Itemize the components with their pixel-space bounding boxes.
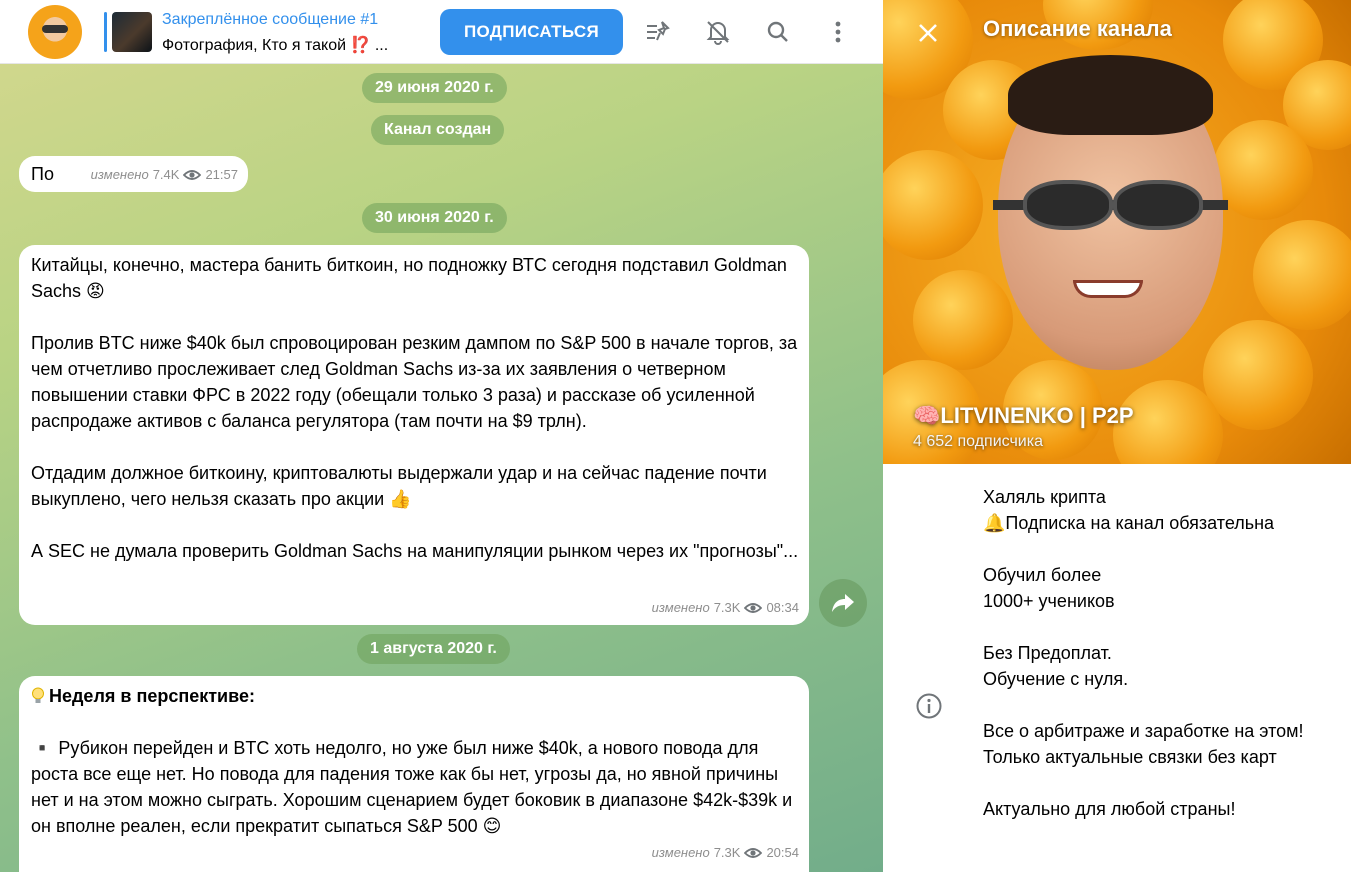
description-line: 1000+ учеников [983, 591, 1115, 611]
info-icon [916, 693, 942, 719]
message-text: По [31, 164, 54, 184]
views-count: 7.3K [713, 845, 741, 860]
description-line: Обучил более [983, 565, 1102, 585]
views-eye-icon [744, 848, 763, 858]
message-time: 20:54 [766, 845, 799, 860]
description-line [983, 692, 1343, 718]
info-panel-title: Описание канала [983, 16, 1172, 41]
date-separator: 30 июня 2020 г. [362, 203, 507, 233]
forward-button[interactable] [819, 579, 867, 627]
mute-bell-icon[interactable] [702, 16, 734, 48]
description-line: Только актуальные связки без карт [983, 747, 1277, 767]
description-line: 🔔Подписка на канал обязательна [983, 513, 1275, 533]
message-meta: изменено 7.3K 20:54 [652, 840, 799, 866]
search-icon[interactable] [762, 16, 794, 48]
message-bubble[interactable]: Неделя в перспективе: ▪️ Рубикон перейде… [19, 676, 809, 872]
edited-label: изменено [651, 845, 710, 860]
chat-header: Закреплённое сообщение #1 Фотография, Кт… [0, 0, 883, 64]
views-eye-icon [744, 603, 763, 613]
message-paragraph: Отдадим должное биткоину, криптовалюты в… [31, 463, 767, 509]
close-icon[interactable] [913, 18, 943, 48]
description-line: Без Предоплат. [983, 643, 1112, 663]
pinned-message-title[interactable]: Закреплённое сообщение #1 [162, 11, 378, 29]
message-paragraph: Пролив BTC ниже $40k был спровоцирован р… [31, 333, 798, 431]
channel-cover-photo: Описание канала 🧠LITVINENKO | P2P 4 652 … [883, 0, 1351, 464]
subscriber-count: 4 652 подписчика [913, 433, 1043, 450]
edited-label: изменено [651, 600, 710, 615]
description-line [983, 614, 1343, 640]
message-bubble[interactable]: Китайцы, конечно, мастера банить биткоин… [19, 245, 809, 625]
description-line: Халяль крипта [983, 487, 1106, 507]
views-count: 7.4K [152, 167, 180, 182]
description-line: Обучение с нуля. [983, 669, 1129, 689]
chat-panel: Закреплённое сообщение #1 Фотография, Кт… [0, 0, 883, 872]
edited-label: изменено [90, 167, 149, 182]
more-menu-icon[interactable] [822, 16, 854, 48]
message-time: 08:34 [766, 600, 799, 615]
description-line: Все о арбитраже и заработке на этом! [983, 721, 1304, 741]
message-meta: изменено 7.4K 21:57 [91, 162, 238, 188]
views-eye-icon [183, 170, 202, 180]
forward-arrow-icon [832, 594, 854, 612]
channel-description: Халяль крипта 🔔Подписка на канал обязате… [983, 484, 1343, 822]
date-separator: 29 июня 2020 г. [362, 73, 507, 103]
message-bubble[interactable]: По изменено 7.4K 21:57 [19, 156, 248, 192]
pinned-list-icon[interactable] [642, 16, 674, 48]
channel-info-panel: Описание канала 🧠LITVINENKO | P2P 4 652 … [883, 0, 1351, 872]
message-text: Неделя в перспективе: ▪️ Рубикон перейде… [31, 683, 799, 839]
lightbulb-icon [31, 686, 45, 704]
views-count: 7.3K [713, 600, 741, 615]
date-separator: 1 августа 2020 г. [357, 634, 510, 664]
message-time: 21:57 [205, 167, 238, 182]
pinned-indicator [104, 12, 107, 52]
message-paragraph: А SEC не думала проверить Goldman Sachs … [31, 541, 799, 561]
message-heading: Неделя в перспективе: [49, 686, 255, 706]
message-paragraph: ▪️ Рубикон перейден и BTC хоть недолго, … [31, 738, 793, 836]
pinned-message-text[interactable]: Фотография, Кто я такой ⁉️ ... [162, 35, 388, 55]
subscribe-button[interactable]: ПОДПИСАТЬСЯ [440, 9, 623, 55]
channel-name: 🧠LITVINENKO | P2P [913, 403, 1134, 428]
message-text: Китайцы, конечно, мастера банить биткоин… [31, 252, 799, 564]
description-line: Актуально для любой страны! [983, 799, 1236, 819]
message-meta: изменено 7.3K 08:34 [652, 595, 799, 621]
pinned-thumbnail[interactable] [112, 12, 152, 52]
description-line [983, 770, 1343, 796]
description-line [983, 536, 1343, 562]
channel-avatar[interactable] [28, 5, 82, 59]
message-paragraph: Китайцы, конечно, мастера банить биткоин… [31, 255, 787, 301]
service-message-created: Канал создан [371, 115, 505, 145]
